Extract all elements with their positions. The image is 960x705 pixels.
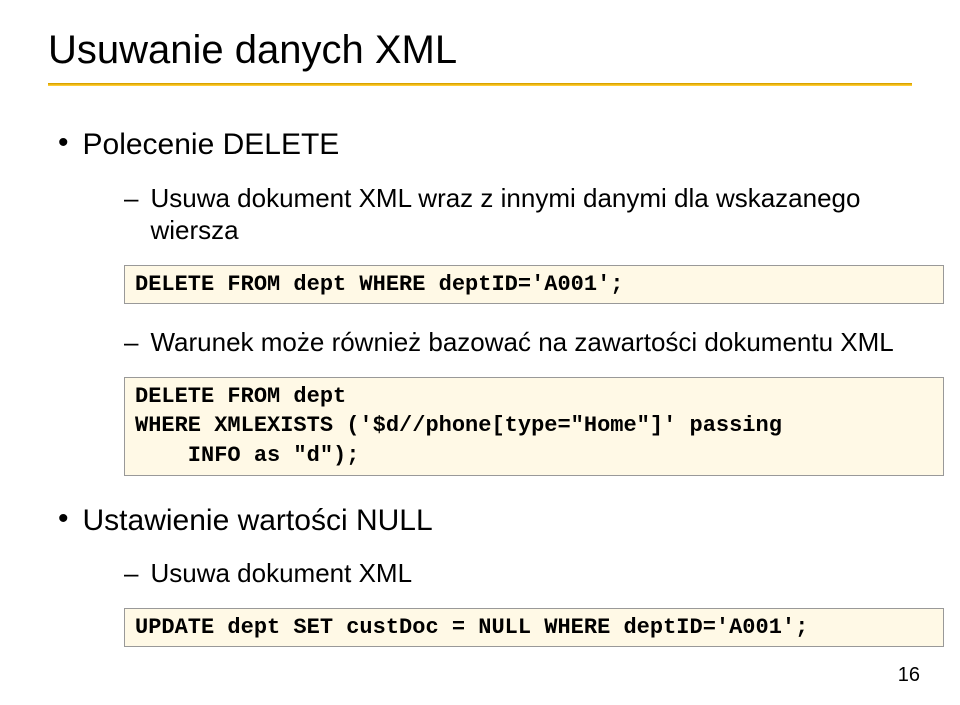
sub-item: – Warunek może również bazować na zawart… bbox=[124, 326, 912, 359]
code-box: DELETE FROM dept WHERE deptID='A001'; bbox=[124, 265, 944, 305]
code-text: DELETE FROM dept WHERE deptID='A001'; bbox=[135, 270, 933, 300]
sub-text: Warunek może również bazować na zawartoś… bbox=[150, 326, 893, 359]
dash-marker: – bbox=[124, 326, 138, 359]
bullet-text: Polecenie DELETE bbox=[83, 126, 340, 164]
dash-marker: – bbox=[124, 557, 138, 590]
bullet-item: • Polecenie DELETE bbox=[58, 126, 912, 164]
bullet-text: Ustawienie wartości NULL bbox=[83, 502, 433, 540]
dash-marker: – bbox=[124, 182, 138, 215]
sub-item: – Usuwa dokument XML bbox=[124, 557, 912, 590]
content-area: • Polecenie DELETE – Usuwa dokument XML … bbox=[48, 126, 912, 665]
code-text: UPDATE dept SET custDoc = NULL WHERE dep… bbox=[135, 613, 933, 643]
sub-text: Usuwa dokument XML bbox=[150, 557, 412, 590]
slide-title: Usuwanie danych XML bbox=[48, 28, 912, 73]
code-box: UPDATE dept SET custDoc = NULL WHERE dep… bbox=[124, 608, 944, 648]
sub-text: Usuwa dokument XML wraz z innymi danymi … bbox=[150, 182, 912, 247]
sub-block: – Usuwa dokument XML wraz z innymi danym… bbox=[58, 182, 912, 494]
bullet-marker: • bbox=[58, 126, 69, 159]
code-text: DELETE FROM dept WHERE XMLEXISTS ('$d//p… bbox=[135, 382, 933, 471]
title-underline bbox=[48, 83, 912, 86]
bullet-marker: • bbox=[58, 502, 69, 535]
bullet-item: • Ustawienie wartości NULL bbox=[58, 502, 912, 540]
sub-block: – Usuwa dokument XML UPDATE dept SET cus… bbox=[58, 557, 912, 665]
sub-item: – Usuwa dokument XML wraz z innymi danym… bbox=[124, 182, 912, 247]
code-box: DELETE FROM dept WHERE XMLEXISTS ('$d//p… bbox=[124, 377, 944, 476]
page-number: 16 bbox=[898, 664, 920, 687]
